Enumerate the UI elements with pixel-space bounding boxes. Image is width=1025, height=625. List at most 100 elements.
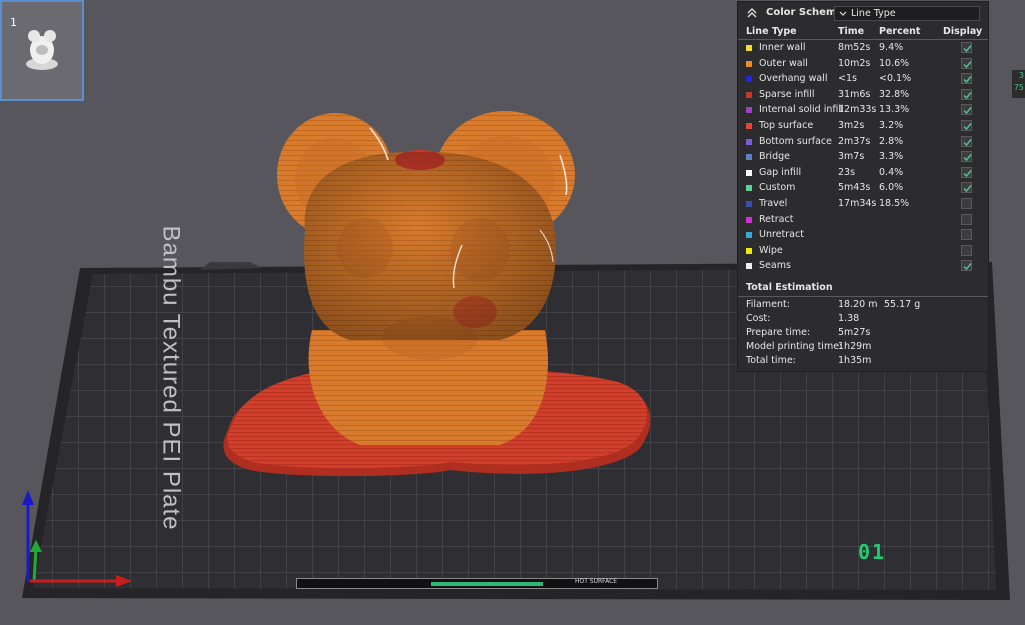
legend-rows: Inner wall 8m52s 9.4% Outer wall 10m2s 10.6% O… [738,40,988,274]
legend-color-swatch [746,45,752,51]
legend-color-swatch [746,216,752,223]
column-header-percent: Percent [879,26,921,37]
display-checkbox[interactable] [961,42,972,53]
legend-row-label: Overhang wall [759,73,828,85]
display-checkbox[interactable] [961,166,972,178]
legend-row-label: Internal solid infill [759,104,844,116]
display-checkbox[interactable] [961,57,972,69]
legend-color-swatch [746,200,752,207]
legend-row-percent: 13.3% [879,104,910,116]
legend-color-swatch [746,263,752,270]
legend-row-time: 3m7s [838,151,865,163]
legend-row-label: Seams [759,260,791,272]
summary-label: Total time: [746,354,796,366]
collapse-chevron-icon[interactable] [746,7,758,19]
legend-row: Outer wall 10m2s 10.6% [738,56,988,72]
legend-row-label: Travel [759,197,788,209]
color-scheme-value: Line Type [851,8,896,19]
legend-color-swatch [746,154,752,161]
edge-clipped-label: 3 75 [1012,70,1025,98]
legend-row: Gap infill 23s 0.4% [738,165,988,181]
display-checkbox[interactable] [961,260,972,272]
display-checkbox[interactable] [961,104,972,116]
checkmark-icon [963,122,972,131]
legend-row: Inner wall 8m52s 9.4% [738,40,988,56]
bed-plate-label: Bambu Textured PEI Plate [157,225,185,531]
legend-color-swatch [746,76,752,83]
summary-row: Total time: 1h35m [738,353,988,367]
display-checkbox[interactable] [961,244,972,256]
legend-row-label: Top surface [759,119,814,131]
legend-row-time: 3m2s [838,119,865,131]
checkmark-icon [963,138,972,146]
plate-thumbnail-icon [26,30,58,70]
legend-color-swatch [746,91,752,98]
summary-value: 1.38 [838,312,860,324]
legend-row-label: Inner wall [759,42,806,53]
plate-thumbnail[interactable]: 1 [0,0,84,101]
total-estimation-header: Total Estimation [738,278,988,297]
legend-row-time: 2m37s [838,135,871,147]
display-checkbox[interactable] [961,135,972,147]
legend-row-time: 5m43s [838,182,871,194]
display-checkbox[interactable] [961,88,972,100]
summary-row: Model printing time: 1h29m [738,339,988,353]
legend-column-headers: Line Type Time Percent Display [738,24,988,40]
display-checkbox[interactable] [961,151,972,163]
summary-row: Cost: 1.38 [738,311,988,325]
legend-row-label: Gap infill [759,166,802,178]
legend-row-label: Retract [759,213,794,225]
checkmark-icon [963,263,972,271]
legend-color-swatch [746,185,752,192]
summary-value: 1h29m [838,340,872,352]
display-checkbox[interactable] [961,197,972,209]
legend-row-label: Bridge [759,151,790,163]
legend-row-label: Custom [759,182,796,194]
summary-value: 18.20 m [838,298,878,310]
summary-label: Prepare time: [746,326,811,338]
column-header-line-type: Line Type [746,26,797,37]
legend-row: Travel 17m34s 18.5% [738,196,988,212]
legend-row-label: Outer wall [759,57,808,69]
legend-row: Seams [738,258,988,274]
legend-row-percent: 18.5% [879,197,910,209]
checkmark-icon [963,154,972,162]
legend-row-time: <1s [838,73,857,85]
plate-number: 1 [10,16,17,29]
legend-title: Color Scheme [766,7,844,18]
legend-row-label: Bottom surface [759,135,832,147]
color-scheme-select[interactable]: Line Type [834,6,980,21]
checkmark-icon [963,185,972,193]
summary-label: Filament: [746,298,790,310]
checkmark-icon [963,169,972,177]
display-checkbox[interactable] [961,73,972,85]
chevron-down-icon [839,11,847,16]
bed-sticker: HOT SURFACE [296,578,658,589]
legend-row-time: 12m33s [838,104,877,116]
checkmark-icon [963,60,972,68]
checkmark-icon [963,76,972,84]
legend-row-label: Wipe [759,244,783,256]
display-checkbox[interactable] [961,119,972,131]
display-checkbox[interactable] [961,213,972,225]
legend-row-percent: 3.3% [879,151,904,163]
bed-sticker-strip [431,582,543,586]
edge-label-line1: 3 [1018,71,1024,80]
legend-row-label: Sparse infill [759,88,815,100]
legend-row-percent: 9.4% [879,42,904,53]
summary-rows: Filament: 18.20 m 55.17 g Cost: 1.38 Prepare … [738,297,988,367]
legend-row: Wipe [738,243,988,259]
plate-id-label: 01 [858,540,887,564]
legend-row: Sparse infill 31m6s 32.8% [738,87,988,103]
display-checkbox[interactable] [961,182,972,194]
summary-row: Filament: 18.20 m 55.17 g [738,297,988,311]
legend-color-swatch [746,138,752,145]
legend-row: Top surface 3m2s 3.2% [738,118,988,134]
legend-row: Retract [738,212,988,228]
column-header-time: Time [838,26,865,37]
display-checkbox[interactable] [961,229,972,241]
legend-row-percent: 10.6% [879,57,910,69]
legend-row-percent: 2.8% [879,135,904,147]
total-estimation-title: Total Estimation [746,281,833,293]
legend-row-percent: 3.2% [879,119,904,131]
